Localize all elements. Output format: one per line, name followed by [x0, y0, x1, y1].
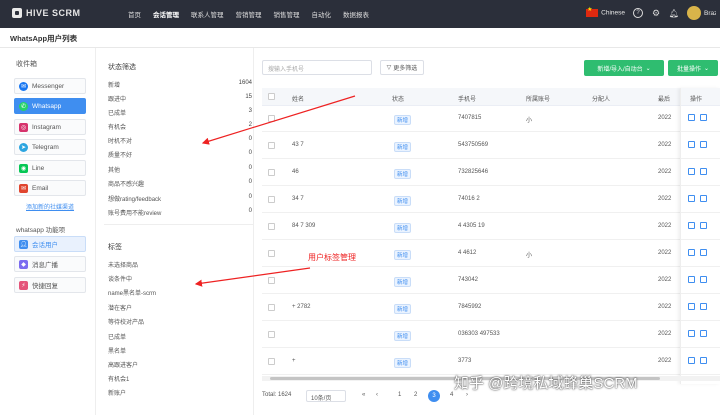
annotation-overlay: [194, 95, 356, 287]
watermark: 知乎 @跨境私域蜂巢SCRM: [454, 375, 638, 392]
annotation-arrow: [201, 95, 356, 145]
annotation-label: 用户标签管理: [308, 253, 356, 262]
annotation-arrow: [194, 267, 311, 287]
